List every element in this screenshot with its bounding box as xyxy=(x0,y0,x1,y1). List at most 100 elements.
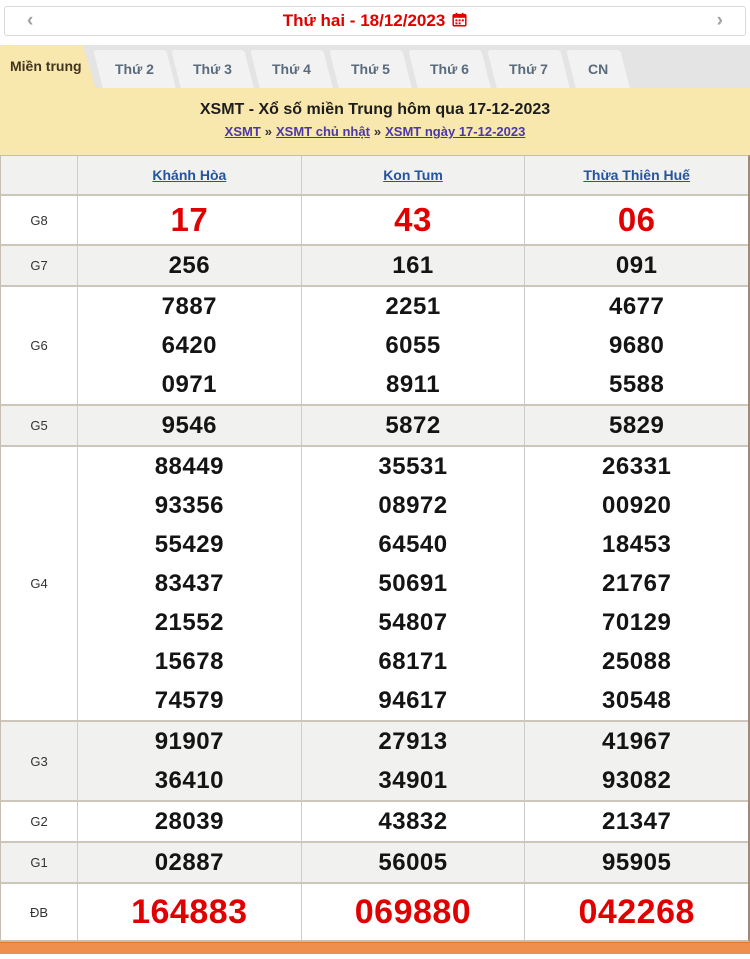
breadcrumb-separator: » xyxy=(374,124,381,139)
province-link[interactable]: Kon Tum xyxy=(383,167,443,183)
tab-thứ-2[interactable]: Thứ 2 xyxy=(93,50,175,88)
result-cell: 43832 xyxy=(301,802,525,841)
result-cell: 5829 xyxy=(524,406,748,445)
breadcrumb: XSMT»XSMT chủ nhật»XSMT ngày 17-12-2023 xyxy=(0,124,750,139)
result-number: 7887 xyxy=(78,287,301,326)
result-number: 00920 xyxy=(525,486,748,525)
results-table: Khánh HòaKon TumThừa Thiên HuếG8174306G7… xyxy=(0,155,750,942)
result-cell: 43 xyxy=(301,196,525,244)
result-number: 042268 xyxy=(525,884,748,940)
tab-thứ-6[interactable]: Thứ 6 xyxy=(408,50,490,88)
result-number: 21552 xyxy=(78,603,301,642)
result-number: 41967 xyxy=(525,722,748,761)
result-number: 27913 xyxy=(302,722,525,761)
province-header-cell: Khánh Hòa xyxy=(78,156,301,194)
result-number: 8911 xyxy=(302,365,525,404)
prize-label: G6 xyxy=(1,287,78,404)
next-day-button[interactable]: › xyxy=(717,7,723,35)
result-cell: 21347 xyxy=(524,802,748,841)
result-number: 5872 xyxy=(302,406,525,445)
prize-row: G2280394383221347 xyxy=(1,800,748,841)
result-number: 55429 xyxy=(78,525,301,564)
table-header-row: Khánh Hòa Kon Tum Thừa Thiên Huế xyxy=(1,156,748,194)
result-number: 28039 xyxy=(78,802,301,841)
result-number: 94617 xyxy=(302,681,525,720)
tab-label: CN xyxy=(588,50,608,88)
result-number: 02887 xyxy=(78,843,301,882)
prize-row: G3919073641027913349014196793082 xyxy=(1,720,748,800)
result-number: 5588 xyxy=(525,365,748,404)
result-number: 5829 xyxy=(525,406,748,445)
prize-row: G6788764200971225160558911467796805588 xyxy=(1,285,748,404)
result-cell: 28039 xyxy=(78,802,301,841)
result-cell: 091 xyxy=(524,246,748,285)
date-picker[interactable]: Thứ hai - 18/12/2023 xyxy=(283,11,468,32)
province-header-cell: Thừa Thiên Huế xyxy=(524,156,748,194)
prize-label: G7 xyxy=(1,246,78,285)
result-cell: 95905 xyxy=(524,843,748,882)
result-cell: 2791334901 xyxy=(301,722,525,800)
result-number: 091 xyxy=(525,246,748,285)
result-number: 56005 xyxy=(302,843,525,882)
result-number: 256 xyxy=(78,246,301,285)
result-cell: 042268 xyxy=(524,884,748,940)
result-number: 2251 xyxy=(302,287,525,326)
tab-cn[interactable]: CN xyxy=(566,50,630,88)
prize-label: G4 xyxy=(1,447,78,720)
prize-label: G2 xyxy=(1,802,78,841)
calendar-icon xyxy=(452,12,467,32)
result-number: 50691 xyxy=(302,564,525,603)
date-label: Thứ hai - 18/12/2023 xyxy=(283,11,446,31)
result-number: 25088 xyxy=(525,642,748,681)
result-cell: 256 xyxy=(78,246,301,285)
date-nav-wrap: ‹ Thứ hai - 18/12/2023 › xyxy=(0,0,750,45)
result-number: 4677 xyxy=(525,287,748,326)
tab-thứ-5[interactable]: Thứ 5 xyxy=(330,50,412,88)
result-number: 88449 xyxy=(78,447,301,486)
result-cell: 467796805588 xyxy=(524,287,748,404)
result-cell: 5872 xyxy=(301,406,525,445)
breadcrumb-link[interactable]: XSMT ngày 17-12-2023 xyxy=(385,124,525,139)
result-cell: 9546 xyxy=(78,406,301,445)
result-cell: 35531089726454050691548076817194617 xyxy=(301,447,525,720)
prize-row: G7256161091 xyxy=(1,244,748,285)
result-cell: 4196793082 xyxy=(524,722,748,800)
tab-label: Thứ 7 xyxy=(509,50,548,88)
tab-thứ-4[interactable]: Thứ 4 xyxy=(251,50,333,88)
result-number: 164883 xyxy=(78,884,301,940)
result-number: 9680 xyxy=(525,326,748,365)
tab-mien-trung[interactable]: Miền trung xyxy=(0,45,96,88)
prize-label: G3 xyxy=(1,722,78,800)
result-cell: 02887 xyxy=(78,843,301,882)
tab-label: Thứ 5 xyxy=(351,50,390,88)
tab-thứ-3[interactable]: Thứ 3 xyxy=(172,50,254,88)
result-number: 0971 xyxy=(78,365,301,404)
breadcrumb-link[interactable]: XSMT xyxy=(225,124,261,139)
result-number: 36410 xyxy=(78,761,301,800)
result-number: 08972 xyxy=(302,486,525,525)
prize-label: G1 xyxy=(1,843,78,882)
province-link[interactable]: Thừa Thiên Huế xyxy=(583,167,690,183)
result-cell: 26331009201845321767701292508830548 xyxy=(524,447,748,720)
result-number: 6420 xyxy=(78,326,301,365)
result-number: 93356 xyxy=(78,486,301,525)
breadcrumb-link[interactable]: XSMT chủ nhật xyxy=(276,124,370,139)
province-link[interactable]: Khánh Hòa xyxy=(152,167,226,183)
result-cell: 069880 xyxy=(301,884,525,940)
result-cell: 06 xyxy=(524,196,748,244)
prize-row: G5954658725829 xyxy=(1,404,748,445)
result-number: 6055 xyxy=(302,326,525,365)
prev-day-button[interactable]: ‹ xyxy=(27,7,33,35)
tab-thứ-7[interactable]: Thứ 7 xyxy=(487,50,569,88)
prize-row: G488449933565542983437215521567874579355… xyxy=(1,445,748,720)
tab-label: Thứ 2 xyxy=(115,50,154,88)
result-number: 35531 xyxy=(302,447,525,486)
tab-label: Thứ 4 xyxy=(272,50,311,88)
result-number: 43 xyxy=(302,196,525,244)
prize-label: G8 xyxy=(1,196,78,244)
result-cell: 225160558911 xyxy=(301,287,525,404)
result-cell: 164883 xyxy=(78,884,301,940)
prize-row: ĐB164883069880042268 xyxy=(1,882,748,940)
result-number: 64540 xyxy=(302,525,525,564)
prize-label: ĐB xyxy=(1,884,78,940)
